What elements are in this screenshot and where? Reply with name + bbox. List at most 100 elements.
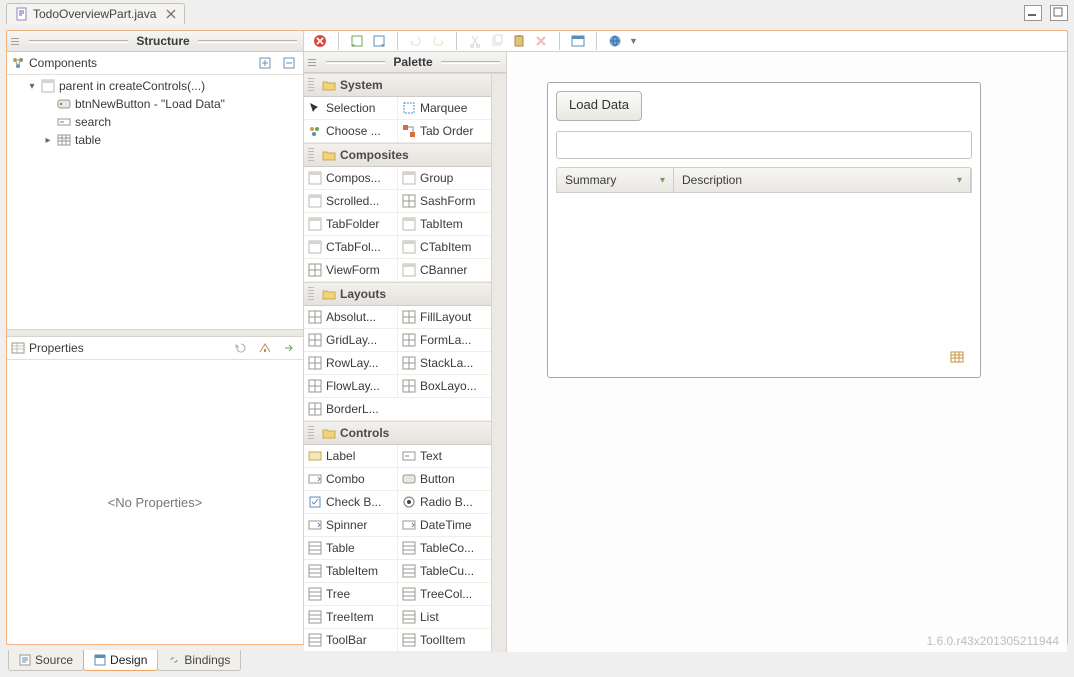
tab-label: Source xyxy=(35,653,73,667)
palette-item[interactable]: Combo xyxy=(304,468,398,491)
palette-category[interactable]: Composites xyxy=(304,143,506,167)
preview-button[interactable] xyxy=(568,31,588,51)
editor-tab-file[interactable]: TodoOverviewPart.java xyxy=(6,3,185,24)
drag-handle-icon[interactable] xyxy=(308,78,314,92)
collapse-all-button[interactable] xyxy=(279,53,299,73)
dropdown-arrow-icon[interactable]: ▼ xyxy=(629,36,638,46)
minimize-button[interactable] xyxy=(1024,5,1042,21)
goto-definition-button[interactable] xyxy=(279,338,299,358)
palette-item[interactable]: ToolBar xyxy=(304,629,398,652)
redo-button[interactable] xyxy=(428,31,448,51)
column-menu-icon[interactable]: ▾ xyxy=(660,175,665,186)
palette-item-icon xyxy=(402,495,416,509)
palette-item[interactable]: ViewForm xyxy=(304,259,398,282)
design-form[interactable]: Load Data Summary ▾ Description ▾ xyxy=(547,82,981,378)
palette-item[interactable]: BoxLayo... xyxy=(398,375,492,398)
palette-item[interactable]: Table xyxy=(304,537,398,560)
palette-item[interactable]: TableCu... xyxy=(398,560,492,583)
cut-button[interactable] xyxy=(465,31,485,51)
goto-event-button[interactable] xyxy=(255,338,275,358)
tree-item-table[interactable]: ▸ table xyxy=(41,131,301,149)
history-button[interactable] xyxy=(231,338,251,358)
palette-item[interactable]: Label xyxy=(304,445,398,468)
palette-item[interactable]: TableCo... xyxy=(398,537,492,560)
close-icon[interactable] xyxy=(166,9,176,19)
palette-item[interactable]: TableItem xyxy=(304,560,398,583)
drag-handle-icon[interactable] xyxy=(11,33,19,49)
palette-item[interactable]: Button xyxy=(398,468,492,491)
palette-item[interactable]: FlowLay... xyxy=(304,375,398,398)
twisty-icon[interactable]: ▸ xyxy=(43,135,53,146)
palette-item-icon xyxy=(402,564,416,578)
tab-design[interactable]: Design xyxy=(83,650,158,671)
component-tree[interactable]: ▾ parent in createControls(...) btnNewBu… xyxy=(7,75,303,329)
refresh-button[interactable] xyxy=(347,31,367,51)
palette-item[interactable]: BorderL... xyxy=(304,398,492,421)
palette-item[interactable]: RowLay... xyxy=(304,352,398,375)
palette-item-icon xyxy=(308,564,322,578)
palette-item[interactable]: DateTime xyxy=(398,514,492,537)
palette-item-label: Absolut... xyxy=(326,310,376,324)
palette-item-label: Check B... xyxy=(326,495,381,509)
palette-item[interactable]: CBanner xyxy=(398,259,492,282)
drag-handle-icon[interactable] xyxy=(308,148,314,162)
palette-item[interactable]: FillLayout xyxy=(398,306,492,329)
palette-item[interactable]: Radio B... xyxy=(398,491,492,514)
palette-item[interactable]: Marquee xyxy=(398,97,492,120)
palette-item[interactable]: ToolItem xyxy=(398,629,492,652)
test-button[interactable] xyxy=(369,31,389,51)
palette-item[interactable]: Compos... xyxy=(304,167,398,190)
palette-item[interactable]: TabItem xyxy=(398,213,492,236)
twisty-icon[interactable]: ▾ xyxy=(27,81,37,92)
palette-item[interactable]: Group xyxy=(398,167,492,190)
paste-button[interactable] xyxy=(509,31,529,51)
column-menu-icon[interactable]: ▾ xyxy=(957,175,962,186)
palette-item[interactable]: Tab Order xyxy=(398,120,492,143)
splitter[interactable] xyxy=(7,329,303,337)
maximize-button[interactable] xyxy=(1050,5,1068,21)
delete-button[interactable] xyxy=(531,31,551,51)
externalize-button[interactable] xyxy=(605,31,625,51)
column-summary[interactable]: Summary ▾ xyxy=(557,168,674,192)
column-description[interactable]: Description ▾ xyxy=(674,168,971,192)
palette-item[interactable]: Spinner xyxy=(304,514,398,537)
palette-item[interactable]: TreeCol... xyxy=(398,583,492,606)
palette-category[interactable]: Layouts xyxy=(304,282,506,306)
palette-item[interactable]: Choose ... xyxy=(304,120,398,143)
tab-source[interactable]: Source xyxy=(8,650,84,671)
drag-handle-icon[interactable] xyxy=(308,54,316,70)
palette-item[interactable]: Selection xyxy=(304,97,398,120)
palette-item[interactable]: Absolut... xyxy=(304,306,398,329)
palette-item[interactable]: SashForm xyxy=(398,190,492,213)
palette-item[interactable]: Text xyxy=(398,445,492,468)
table-body[interactable] xyxy=(556,193,972,369)
design-canvas[interactable]: Load Data Summary ▾ Description ▾ xyxy=(507,52,1067,652)
palette-item[interactable]: FormLa... xyxy=(398,329,492,352)
tree-root[interactable]: ▾ parent in createControls(...) xyxy=(25,77,301,95)
palette-category[interactable]: Controls xyxy=(304,421,506,445)
drag-handle-icon[interactable] xyxy=(308,287,314,301)
palette-scrollbar[interactable] xyxy=(491,74,506,652)
error-icon[interactable] xyxy=(310,31,330,51)
palette-item[interactable]: GridLay... xyxy=(304,329,398,352)
palette-item[interactable]: CTabFol... xyxy=(304,236,398,259)
expand-all-button[interactable] xyxy=(255,53,275,73)
palette-item[interactable]: List xyxy=(398,606,492,629)
tree-item-search[interactable]: search xyxy=(41,113,301,131)
copy-button[interactable] xyxy=(487,31,507,51)
palette-item[interactable]: Scrolled... xyxy=(304,190,398,213)
palette-item[interactable]: TreeItem xyxy=(304,606,398,629)
drag-handle-icon[interactable] xyxy=(308,426,314,440)
palette-item[interactable]: Check B... xyxy=(304,491,398,514)
tab-bindings[interactable]: Bindings xyxy=(157,650,241,671)
palette-item[interactable]: StackLa... xyxy=(398,352,492,375)
tree-item-button[interactable]: btnNewButton - "Load Data" xyxy=(41,95,301,113)
load-data-button[interactable]: Load Data xyxy=(556,91,642,121)
palette-item[interactable]: Tree xyxy=(304,583,398,606)
palette-item[interactable]: CTabItem xyxy=(398,236,492,259)
search-field[interactable] xyxy=(556,131,972,159)
undo-button[interactable] xyxy=(406,31,426,51)
palette-category[interactable]: System xyxy=(304,73,506,97)
palette-item-icon xyxy=(308,124,322,138)
palette-item[interactable]: TabFolder xyxy=(304,213,398,236)
